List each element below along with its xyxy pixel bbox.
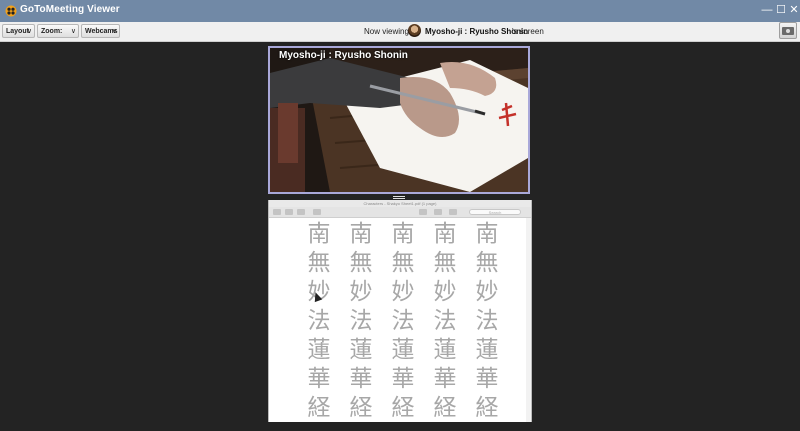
now-viewing-label: Now viewing	[364, 27, 409, 36]
shared-doc-toolbar: Search	[269, 207, 531, 218]
kanji-character: 華	[349, 366, 373, 392]
kanji-column: 南 無 妙 法 蓮 華 経	[346, 220, 376, 422]
kanji-character: 無	[391, 250, 415, 276]
chevron-down-icon: ∨	[26, 28, 32, 35]
kanji-character: 蓮	[475, 337, 499, 363]
layout-dropdown[interactable]: Layout ∨	[2, 24, 35, 38]
kanji-character: 南	[349, 221, 373, 247]
kanji-column: 南 無 妙 法 蓮 華 経	[430, 220, 460, 422]
shared-doc-scrollbar[interactable]	[526, 218, 531, 422]
webcams-dropdown[interactable]: Webcams ∨	[81, 24, 120, 38]
viewer-content-area: Myosho-ji : Ryusho Shonin Characters - S…	[0, 42, 800, 431]
doc-search-field: Search	[469, 209, 521, 215]
presenter-avatar	[408, 24, 421, 37]
rotate-icon	[434, 209, 442, 215]
kanji-column: 南 無 妙 法 蓮 華 経	[304, 220, 334, 422]
minimize-icon[interactable]: —	[760, 3, 774, 17]
kanji-character: 華	[475, 366, 499, 392]
close-icon[interactable]: ✕	[787, 3, 800, 17]
kanji-character: 法	[433, 308, 457, 334]
kanji-character: 華	[433, 366, 457, 392]
kanji-character: 経	[349, 395, 373, 421]
kanji-character: 経	[475, 395, 499, 421]
kanji-character: 無	[433, 250, 457, 276]
markup-icon	[419, 209, 427, 215]
kanji-character: 蓮	[433, 337, 457, 363]
zoom-in-icon	[297, 209, 305, 215]
maximize-icon[interactable]: ☐	[774, 3, 788, 17]
webcam-participant-label: Myosho-ji : Ryusho Shonin	[279, 50, 408, 61]
kanji-character: 南	[307, 221, 331, 247]
kanji-character: 経	[433, 395, 457, 421]
kanji-character: 蓮	[349, 337, 373, 363]
kanji-column: 南 無 妙 法 蓮 華 経	[472, 220, 502, 422]
kanji-character: 法	[475, 308, 499, 334]
title-bar: GoToMeeting Viewer — ☐ ✕	[0, 0, 800, 22]
kanji-character: 無	[475, 250, 499, 276]
kanji-character: 法	[349, 308, 373, 334]
shared-doc-page: 南 無 妙 法 蓮 華 経 南 無 妙 法 蓮 華 経 南 無 妙 法 蓮 華 …	[275, 218, 523, 422]
kanji-character: 法	[307, 308, 331, 334]
sidebar-icon	[273, 209, 281, 215]
kanji-character: 南	[433, 221, 457, 247]
zoom-dropdown[interactable]: Zoom: 48% ∨	[37, 24, 79, 49]
kanji-character: 法	[391, 308, 415, 334]
kanji-character: 華	[391, 366, 415, 392]
kanji-character: 妙	[433, 279, 457, 305]
kanji-character: 南	[391, 221, 415, 247]
zoom-out-icon	[285, 209, 293, 215]
share-icon	[313, 209, 321, 215]
annotate-icon	[449, 209, 457, 215]
chevron-down-icon: ∨	[70, 28, 76, 35]
kanji-character: 妙	[391, 279, 415, 305]
shared-screen[interactable]: Characters - Shakyo Sheet1.pdf (1 page) …	[268, 200, 532, 422]
snapshot-button[interactable]	[779, 22, 797, 39]
kanji-column: 南 無 妙 法 蓮 華 経	[388, 220, 418, 422]
chevron-down-icon: ∨	[111, 28, 117, 35]
gotomeeting-logo-icon	[5, 5, 17, 17]
kanji-character: 無	[307, 250, 331, 276]
kanji-character: 妙	[475, 279, 499, 305]
presenter-screen-suffix: 's screen	[512, 27, 544, 36]
layout-label: Layout	[6, 28, 29, 35]
kanji-character: 華	[307, 366, 331, 392]
shared-doc-title: Characters - Shakyo Sheet1.pdf (1 page)	[269, 200, 531, 207]
kanji-character: 妙	[349, 279, 373, 305]
kanji-character: 南	[475, 221, 499, 247]
viewer-toolbar: Layout ∨ Zoom: 48% ∨ Webcams ∨ Now viewi…	[0, 22, 800, 49]
kanji-character: 経	[391, 395, 415, 421]
window-title: GoToMeeting Viewer	[20, 4, 120, 15]
webcam-video-image	[270, 48, 528, 192]
webcam-video[interactable]: Myosho-ji : Ryusho Shonin	[268, 46, 530, 194]
camera-lens-icon	[786, 29, 790, 33]
kanji-character: 蓮	[391, 337, 415, 363]
kanji-character: 経	[307, 395, 331, 421]
kanji-character: 無	[349, 250, 373, 276]
kanji-character: 蓮	[307, 337, 331, 363]
